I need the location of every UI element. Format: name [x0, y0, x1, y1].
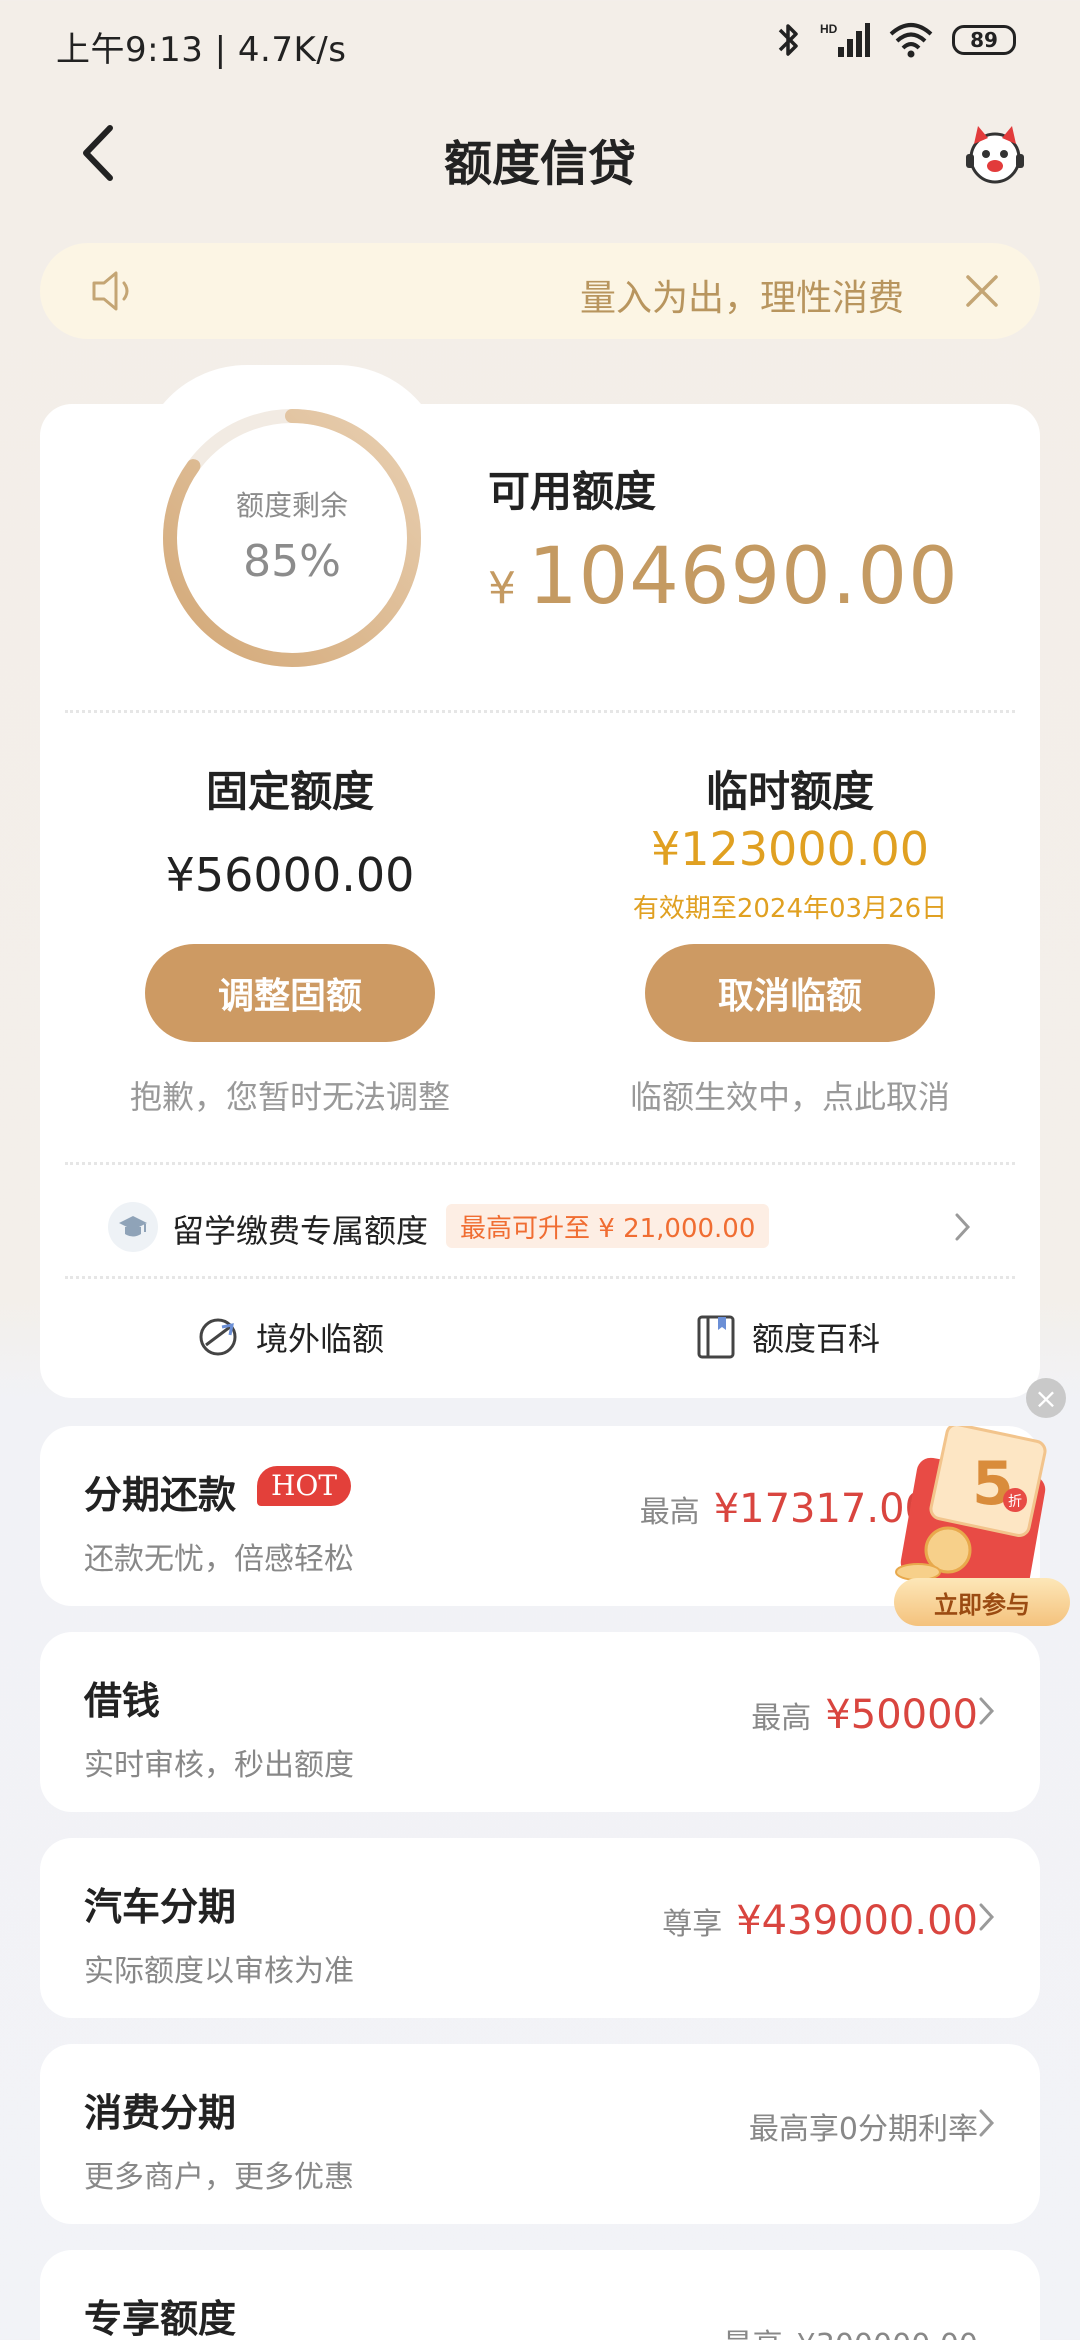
speaker-icon — [92, 271, 129, 311]
chevron-right-icon — [979, 2109, 995, 2137]
ring-percent: 85% — [243, 536, 341, 587]
divider — [65, 1162, 1015, 1165]
overseas-temp-quota-label: 境外临额 — [256, 1320, 385, 1358]
divider — [65, 710, 1015, 713]
list-subtitle: 还款无忧，倍感轻松 — [84, 1542, 354, 1577]
borrow-money-card[interactable]: 借钱 实时审核，秒出额度 最高 ¥50000 — [40, 1632, 1040, 1812]
list-subtitle: 实时审核，秒出额度 — [84, 1748, 354, 1783]
list-right: 尊享 ¥439000.00 — [662, 1898, 978, 1944]
status-icons: HD 89 — [776, 20, 1016, 60]
chevron-right-icon — [979, 1903, 995, 1931]
temp-quota-note[interactable]: 临额生效中，点此取消 — [590, 1072, 990, 1118]
quota-encyclopedia-label: 额度百科 — [752, 1320, 881, 1358]
overseas-temp-quota-link[interactable]: 境外临额 — [196, 1314, 384, 1360]
quota-encyclopedia-link[interactable]: 额度百科 — [696, 1314, 880, 1360]
list-prefix: 最高 — [751, 1701, 812, 1736]
list-subtitle: 实际额度以审核为准 — [84, 1954, 354, 1989]
book-icon — [697, 1315, 735, 1359]
fixed-quota-title: 固定额度 — [205, 767, 374, 816]
list-prefix: 尊享 — [662, 1907, 723, 1942]
available-quota-label: 可用额度 — [488, 467, 657, 516]
fixed-quota-note: 抱歉，您暂时无法调整 — [129, 1078, 450, 1116]
list-title: 专享额度 — [84, 2297, 237, 2340]
list-value: ¥300000.00 — [797, 2328, 978, 2340]
airplane-globe-icon — [199, 1318, 237, 1356]
page-title: 额度信贷 — [443, 136, 636, 192]
list-title: 汽车分期 — [84, 1885, 237, 1929]
adjust-fixed-quota-button[interactable]: 调整固额 — [145, 944, 435, 1042]
car-installment-card[interactable]: 汽车分期 实际额度以审核为准 尊享 ¥439000.00 — [40, 1838, 1040, 2018]
list-value: ¥50000 — [825, 1692, 978, 1738]
list-right: 最高享0分期利率 — [749, 2104, 978, 2148]
list-prefix: 最高 — [723, 2320, 783, 2340]
cancel-temp-quota-button[interactable]: 取消临额 — [645, 944, 935, 1042]
signal-icon: HD — [820, 22, 870, 57]
available-quota-amount: ¥ 104690.00 — [488, 532, 959, 622]
join-now-button[interactable]: 立即参与 — [894, 1578, 1070, 1626]
available-amount-value: 104690.00 — [528, 532, 959, 622]
fixed-quota-amount: ¥56000.00 — [165, 848, 415, 902]
list-value: ¥439000.00 — [736, 1898, 978, 1944]
temp-quota-title: 临时额度 — [705, 767, 874, 816]
list-right: 最高 ¥50000 — [751, 1692, 978, 1738]
close-icon[interactable] — [960, 269, 1004, 313]
promo-unit: 折 — [1008, 1494, 1022, 1510]
chevron-right-icon — [979, 1697, 995, 1725]
ring-label: 额度剩余 — [235, 489, 348, 522]
battery-indicator: 89 — [952, 25, 1016, 55]
divider — [65, 1276, 1015, 1279]
svg-text:HD: HD — [820, 22, 838, 36]
list-right: 最高 ¥300000.00 — [723, 2320, 978, 2340]
status-time: 上午9:13 | 4.7K/s — [56, 30, 347, 70]
list-prefix: 最高享0分期利率 — [748, 2112, 978, 2147]
list-subtitle: 更多商户，更多优惠 — [84, 2160, 354, 2195]
customer-service-mascot-icon[interactable] — [960, 118, 1030, 188]
study-abroad-badge: 最高可升至 ¥ 21,000.00 — [446, 1204, 770, 1248]
list-title: 借钱 — [84, 1679, 161, 1723]
graduation-cap-icon — [108, 1202, 158, 1252]
currency-symbol: ¥ — [488, 563, 516, 614]
notice-text: 量入为出，理性消费 — [579, 278, 904, 319]
temp-quota-amount: ¥123000.00 — [650, 822, 930, 876]
chevron-right-icon[interactable] — [952, 1210, 974, 1244]
list-title: 消费分期 — [84, 2091, 237, 2135]
promo-close-button[interactable]: × — [1026, 1378, 1066, 1418]
list-title: 分期还款 — [84, 1473, 237, 1517]
bluetooth-icon — [778, 24, 798, 56]
consumer-installment-card[interactable]: 消费分期 更多商户，更多优惠 最高享0分期利率 — [40, 2044, 1040, 2224]
temp-quota-valid-until: 有效期至2024年03月26日 — [632, 894, 948, 924]
exclusive-quota-card[interactable]: 专享额度 最高 ¥300000.00 — [40, 2250, 1040, 2340]
list-prefix: 最高 — [639, 1495, 700, 1530]
wifi-icon — [889, 23, 933, 58]
notice-banner: 量入为出，理性消费 — [40, 243, 1040, 339]
hot-badge: HOT — [257, 1466, 352, 1506]
study-abroad-quota-label[interactable]: 留学缴费专属额度 — [172, 1206, 428, 1252]
